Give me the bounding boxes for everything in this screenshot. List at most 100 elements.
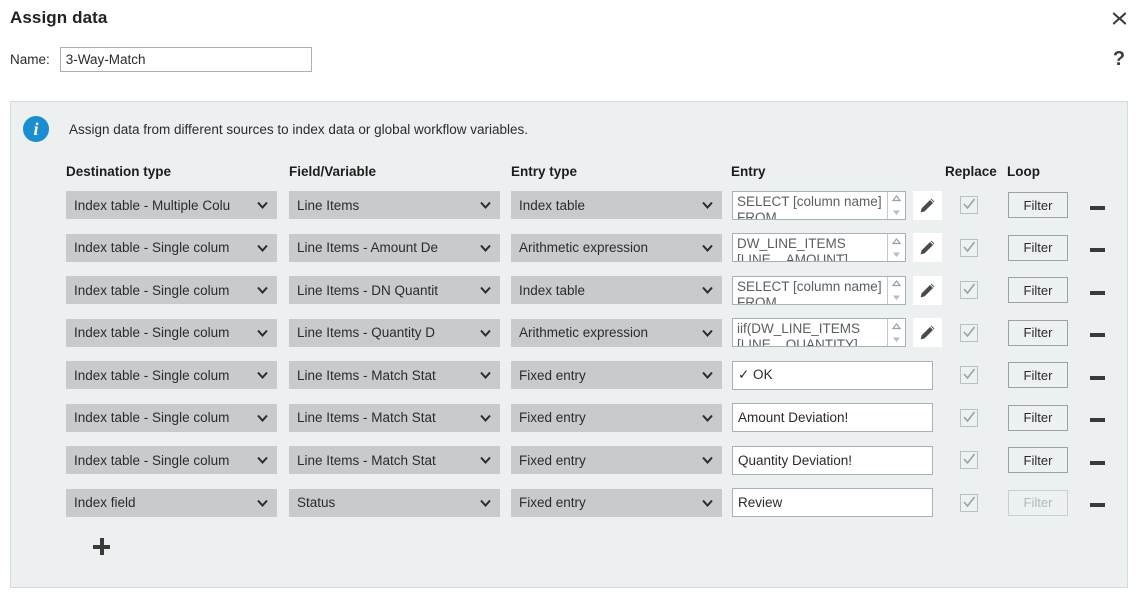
spinner-down-icon[interactable] (888, 205, 905, 219)
spinner-down-icon[interactable] (888, 248, 905, 262)
entry-textarea[interactable]: DW_LINE_ITEMS [LINE__AMOUNT] (732, 233, 906, 263)
entry-type-value: Fixed entry (519, 367, 586, 383)
close-icon[interactable] (1108, 7, 1130, 29)
entry-type-value: Fixed entry (519, 452, 586, 468)
spinner-up-icon[interactable] (888, 192, 905, 206)
remove-row-button[interactable] (1090, 503, 1105, 508)
replace-checkbox (960, 366, 978, 385)
filter-button[interactable]: Filter (1008, 192, 1068, 219)
assignments-grid: Destination type Field/Variable Entry ty… (11, 158, 1127, 555)
add-row-button[interactable] (93, 538, 110, 555)
filter-button[interactable]: Filter (1008, 362, 1068, 389)
entry-type-select[interactable]: Arithmetic expression (511, 318, 722, 347)
entry-type-value: Fixed entry (519, 410, 586, 426)
entry-type-value: Arithmetic expression (519, 325, 649, 341)
pencil-icon[interactable] (913, 190, 942, 220)
destination-type-select[interactable]: Index table - Single colum (66, 233, 277, 262)
filter-button[interactable]: Filter (1008, 404, 1068, 431)
table-row: Index table - Single colum Line Items - M… (66, 439, 1127, 482)
field-variable-select[interactable]: Line Items - DN Quantit (289, 276, 500, 305)
entry-type-select[interactable]: Index table (511, 276, 722, 305)
chevron-down-icon (257, 499, 268, 507)
field-variable-select[interactable]: Line Items - Match Stat (289, 403, 500, 432)
spinner-up-icon[interactable] (888, 234, 905, 248)
filter-button[interactable]: Filter (1008, 447, 1068, 474)
remove-row-button[interactable] (1090, 375, 1105, 380)
destination-type-select[interactable]: Index field (66, 488, 277, 517)
field-variable-select[interactable]: Line Items - Match Stat (289, 361, 500, 390)
filter-button[interactable]: Filter (1008, 277, 1068, 304)
field-variable-select[interactable]: Line Items - Quantity D (289, 318, 500, 347)
entry-textarea[interactable]: iif(DW_LINE_ITEMS [LINE__QUANTITY] (732, 318, 906, 348)
field-variable-value: Line Items - DN Quantit (297, 282, 439, 298)
field-variable-value: Line Items - Quantity D (297, 325, 436, 341)
entry-spinner[interactable] (887, 191, 905, 219)
remove-row-button[interactable] (1090, 290, 1105, 295)
chevron-down-icon (480, 414, 491, 422)
entry-type-select[interactable]: Fixed entry (511, 403, 722, 432)
entry-type-select[interactable]: Fixed entry (511, 361, 722, 390)
remove-row-button[interactable] (1090, 205, 1105, 210)
pencil-icon[interactable] (913, 233, 942, 263)
chevron-down-icon (702, 202, 713, 210)
pencil-icon[interactable] (913, 318, 942, 348)
entry-type-select[interactable]: Fixed entry (511, 488, 722, 517)
entry-input[interactable] (732, 360, 933, 390)
destination-type-select[interactable]: Index table - Multiple Colu (66, 191, 277, 220)
entry-textarea[interactable]: SELECT [column name] FROM (732, 190, 906, 220)
check-icon (963, 368, 976, 380)
column-header-replace: Replace (945, 163, 997, 179)
chevron-down-icon (257, 202, 268, 210)
pencil-icon[interactable] (913, 275, 942, 305)
name-label: Name: (10, 52, 50, 67)
entry-input[interactable] (732, 488, 933, 518)
help-icon[interactable]: ? (1109, 48, 1129, 70)
destination-type-value: Index table - Single colum (74, 452, 230, 468)
filter-button[interactable]: Filter (1008, 319, 1068, 346)
chevron-down-icon (702, 244, 713, 252)
destination-type-select[interactable]: Index table - Single colum (66, 276, 277, 305)
destination-type-value: Index table - Single colum (74, 282, 230, 298)
check-icon (963, 496, 976, 508)
destination-type-select[interactable]: Index table - Single colum (66, 446, 277, 475)
entry-value: SELECT [column name] FROM (737, 278, 882, 305)
table-row: Index table - Single colum Line Items - M… (66, 354, 1127, 397)
entry-spinner[interactable] (887, 234, 905, 262)
destination-type-select[interactable]: Index table - Single colum (66, 318, 277, 347)
add-row-container (66, 524, 1127, 555)
entry-spinner[interactable] (887, 319, 905, 347)
spinner-up-icon[interactable] (888, 277, 905, 291)
field-variable-select[interactable]: Status (289, 488, 500, 517)
destination-type-select[interactable]: Index table - Single colum (66, 361, 277, 390)
entry-type-select[interactable]: Fixed entry (511, 446, 722, 475)
entry-input[interactable] (732, 445, 933, 475)
destination-type-select[interactable]: Index table - Single colum (66, 403, 277, 432)
field-variable-select[interactable]: Line Items (289, 191, 500, 220)
page-title: Assign data (10, 8, 108, 27)
filter-button[interactable]: Filter (1008, 234, 1068, 261)
chevron-down-icon (702, 287, 713, 295)
dialog-header: Assign data Name: ? (0, 0, 1140, 96)
spinner-up-icon[interactable] (888, 319, 905, 333)
column-header-entry-type: Entry type (511, 163, 578, 179)
remove-row-button[interactable] (1090, 418, 1105, 423)
field-variable-select[interactable]: Line Items - Amount De (289, 233, 500, 262)
entry-textarea[interactable]: SELECT [column name] FROM (732, 275, 906, 305)
remove-row-button[interactable] (1090, 248, 1105, 253)
spinner-down-icon[interactable] (888, 333, 905, 347)
chevron-down-icon (257, 372, 268, 380)
entry-type-select[interactable]: Index table (511, 191, 722, 220)
entry-input[interactable] (732, 403, 933, 433)
remove-row-button[interactable] (1090, 460, 1105, 465)
entry-spinner[interactable] (887, 276, 905, 304)
entry-type-select[interactable]: Arithmetic expression (511, 233, 722, 262)
name-input[interactable] (59, 47, 312, 72)
entry-type-value: Index table (519, 282, 586, 298)
entry-value: SELECT [column name] FROM (737, 193, 882, 220)
remove-row-button[interactable] (1090, 333, 1105, 338)
info-text: Assign data from different sources to in… (69, 121, 528, 137)
replace-checkbox (960, 451, 978, 470)
field-variable-select[interactable]: Line Items - Match Stat (289, 446, 500, 475)
spinner-down-icon[interactable] (888, 290, 905, 304)
destination-type-value: Index table - Single colum (74, 240, 230, 256)
